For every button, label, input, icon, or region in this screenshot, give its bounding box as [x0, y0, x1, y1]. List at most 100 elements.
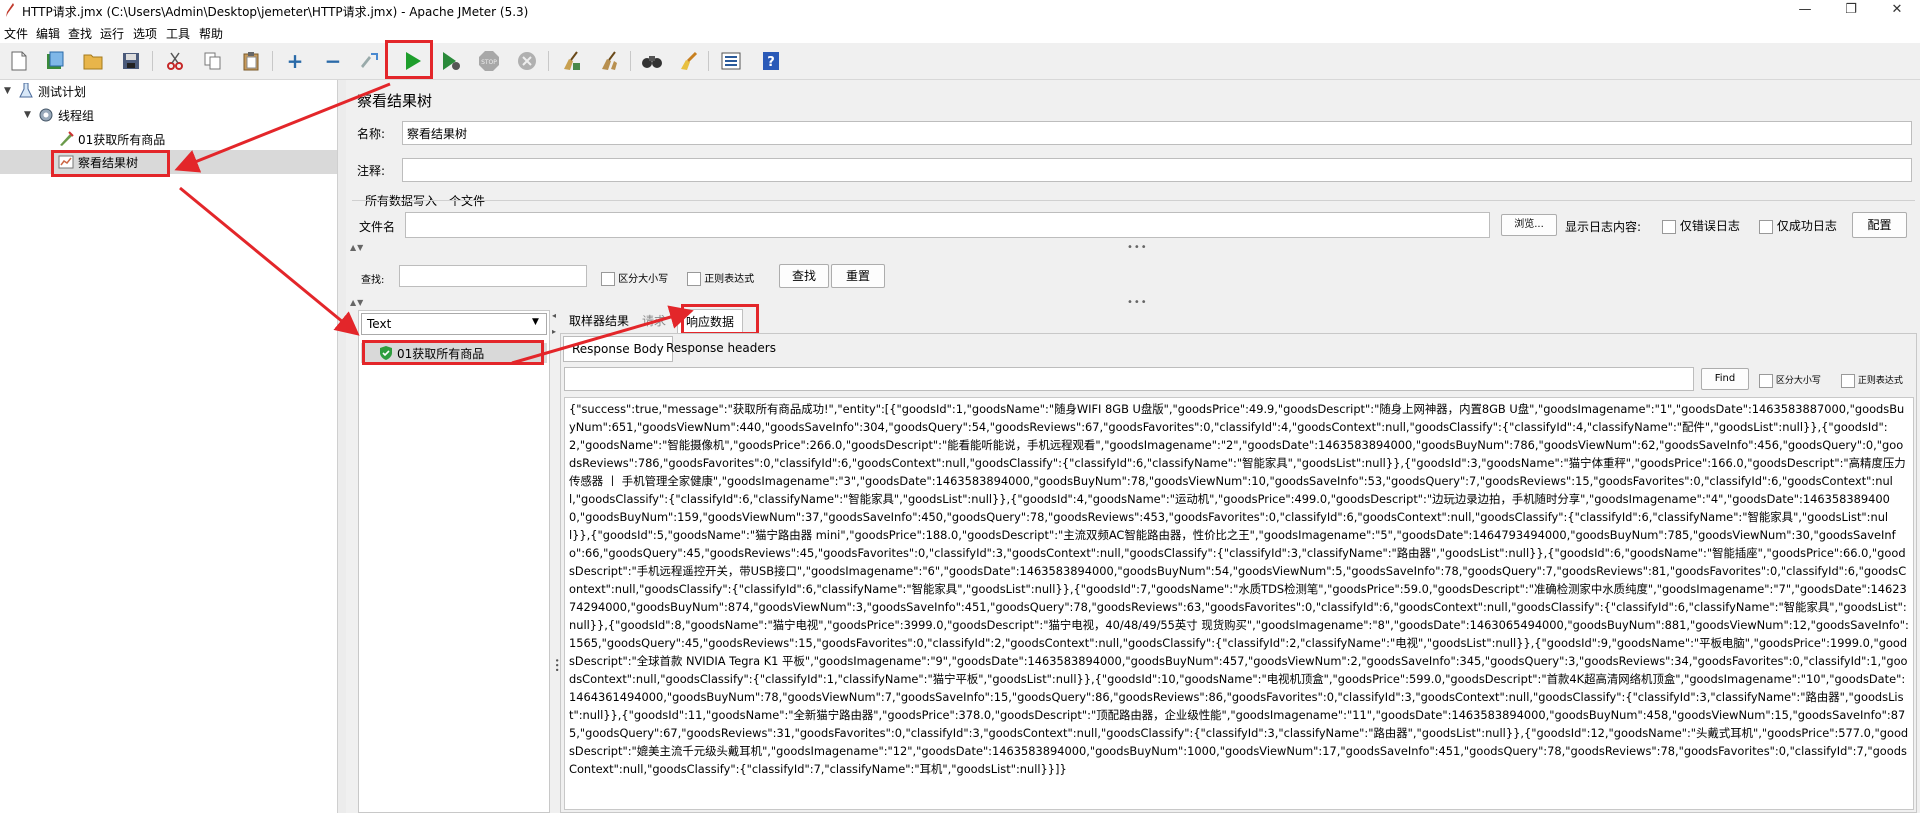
name-field[interactable]: 察看结果树 [402, 121, 1912, 145]
reset-button[interactable]: 重置 [831, 264, 885, 288]
regex-checkbox[interactable]: 正则表达式 [687, 270, 754, 286]
menu-search[interactable]: 查找 [68, 25, 92, 42]
menu-edit[interactable]: 编辑 [36, 25, 60, 42]
divider-handle[interactable]: ••• [1127, 242, 1148, 253]
tree-item-thread-group[interactable]: ▼ 线程组 [24, 104, 94, 126]
reset-search-icon[interactable] [678, 50, 700, 72]
log-content-label: 显示日志内容: [1565, 220, 1642, 234]
http-sampler-icon [58, 131, 74, 147]
expand-icon[interactable]: + [284, 50, 306, 72]
collapse-arrows-icon[interactable]: ▲▼ [350, 298, 364, 307]
response-body-text[interactable]: {"success":true,"message":"获取所有商品成功!","e… [564, 397, 1914, 810]
menu-file[interactable]: 文件 [4, 25, 28, 42]
main-splitter[interactable] [338, 80, 346, 813]
response-find-field[interactable] [564, 367, 1694, 391]
sample-row-highlight [362, 340, 544, 365]
toolbar-separator [548, 51, 549, 71]
response-regex-checkbox[interactable]: 正则表达式 [1841, 373, 1903, 388]
toolbar-separator [708, 51, 709, 71]
checkbox-box[interactable] [1759, 373, 1773, 388]
response-tab-highlight [681, 304, 759, 335]
help-icon[interactable]: ? [760, 50, 782, 72]
copy-icon[interactable] [202, 50, 224, 72]
svg-text:?: ? [767, 55, 775, 70]
minimize-button[interactable]: — [1782, 0, 1828, 22]
tree-expand-icon[interactable]: ▼ [4, 86, 14, 96]
comment-label: 注释: [357, 164, 386, 178]
menu-bar: 文件 编辑 查找 运行 选项 工具 帮助 [0, 22, 1920, 43]
expand-right-icon[interactable]: ▸ [552, 327, 556, 336]
open-icon[interactable] [82, 50, 104, 72]
collapse-arrows-icon[interactable]: ▲▼ [350, 243, 364, 252]
case-sensitive-checkbox[interactable]: 区分大小写 [601, 270, 668, 286]
success-only-checkbox[interactable]: 仅成功日志 [1759, 217, 1837, 234]
renderer-value: Text [367, 317, 392, 331]
response-case-checkbox[interactable]: 区分大小写 [1759, 373, 1821, 388]
success-only-label: 仅成功日志 [1776, 219, 1837, 233]
checkbox-box[interactable] [1841, 373, 1855, 388]
start-no-pause-icon[interactable] [440, 50, 462, 72]
menu-help[interactable]: 帮助 [199, 25, 223, 42]
templates-icon[interactable] [44, 50, 66, 72]
tree-expand-icon[interactable]: ▼ [24, 110, 34, 120]
window-title: HTTP请求.jmx (C:\Users\Admin\Desktop\jemet… [22, 5, 529, 19]
menu-tools[interactable]: 工具 [166, 25, 190, 42]
toggle-icon[interactable] [358, 50, 380, 72]
clear-all-icon[interactable] [598, 50, 620, 72]
tab-sampler-result[interactable]: 取样器结果 [561, 309, 637, 333]
save-icon[interactable] [120, 50, 142, 72]
svg-text:STOP: STOP [481, 59, 497, 66]
comment-field[interactable] [402, 158, 1912, 182]
tab-response-headers[interactable]: Response headers [658, 336, 784, 360]
menu-options[interactable]: 选项 [133, 25, 157, 42]
cut-icon[interactable] [164, 50, 186, 72]
sample-list-panel: Text ▼ 01获取所有商品 [358, 310, 550, 813]
response-regex-label: 正则表达式 [1857, 376, 1903, 386]
menu-run[interactable]: 运行 [100, 25, 124, 42]
checkbox-box[interactable] [1759, 219, 1773, 234]
tab-request[interactable]: 请求 [634, 309, 674, 333]
function-helper-icon[interactable] [720, 50, 742, 72]
thread-group-icon [38, 107, 54, 123]
tree-item-label: 线程组 [58, 108, 95, 123]
page-title: 察看结果树 [357, 92, 433, 110]
file-section-divider [352, 200, 1915, 201]
browse-button[interactable]: 浏览... [1501, 214, 1557, 236]
results-tree-panel: 察看结果树 名称: 察看结果树 注释: 所有数据写入一个文件 文件名 浏览...… [347, 80, 1920, 813]
errors-only-label: 仅错误日志 [1679, 219, 1740, 233]
tab-response-body[interactable]: Response Body [563, 336, 673, 362]
stop-icon[interactable]: STOP [478, 50, 500, 72]
close-button[interactable]: ✕ [1874, 0, 1920, 22]
search-icon[interactable] [641, 50, 663, 72]
response-panel: Response Body Response headers Find 区分大小… [560, 333, 1917, 813]
test-plan-icon [18, 83, 34, 99]
configure-button[interactable]: 配置 [1852, 212, 1907, 238]
case-sensitive-label: 区分大小写 [618, 274, 669, 285]
toolbar: + − STOP ? [0, 43, 1920, 80]
clear-icon[interactable] [560, 50, 582, 72]
jmeter-feather-icon [6, 3, 14, 17]
maximize-button[interactable]: ❐ [1828, 0, 1874, 22]
checkbox-box[interactable] [687, 272, 701, 286]
search-field[interactable] [399, 265, 587, 287]
checkbox-box[interactable] [601, 272, 615, 286]
renderer-select[interactable]: Text ▼ [361, 313, 547, 335]
start-button-highlight [385, 40, 433, 79]
regex-label: 正则表达式 [704, 274, 755, 285]
toolbar-separator [272, 51, 273, 71]
divider-handle[interactable]: ••• [1127, 297, 1148, 308]
new-icon[interactable] [8, 50, 30, 72]
filename-field[interactable] [405, 212, 1490, 238]
chevron-down-icon: ▼ [532, 317, 539, 327]
paste-icon[interactable] [240, 50, 262, 72]
response-find-button[interactable]: Find [1701, 368, 1749, 390]
find-button[interactable]: 查找 [779, 264, 829, 288]
shutdown-icon[interactable] [516, 50, 538, 72]
errors-only-checkbox[interactable]: 仅错误日志 [1662, 217, 1740, 234]
collapse-icon[interactable]: − [322, 50, 344, 72]
results-tree-highlight [51, 150, 170, 177]
checkbox-box[interactable] [1662, 219, 1676, 234]
collapse-left-icon[interactable]: ◂ [552, 311, 556, 320]
tree-item-http-sampler[interactable]: 01获取所有商品 [58, 128, 165, 150]
tree-item-test-plan[interactable]: ▼ 测试计划 [4, 80, 86, 102]
